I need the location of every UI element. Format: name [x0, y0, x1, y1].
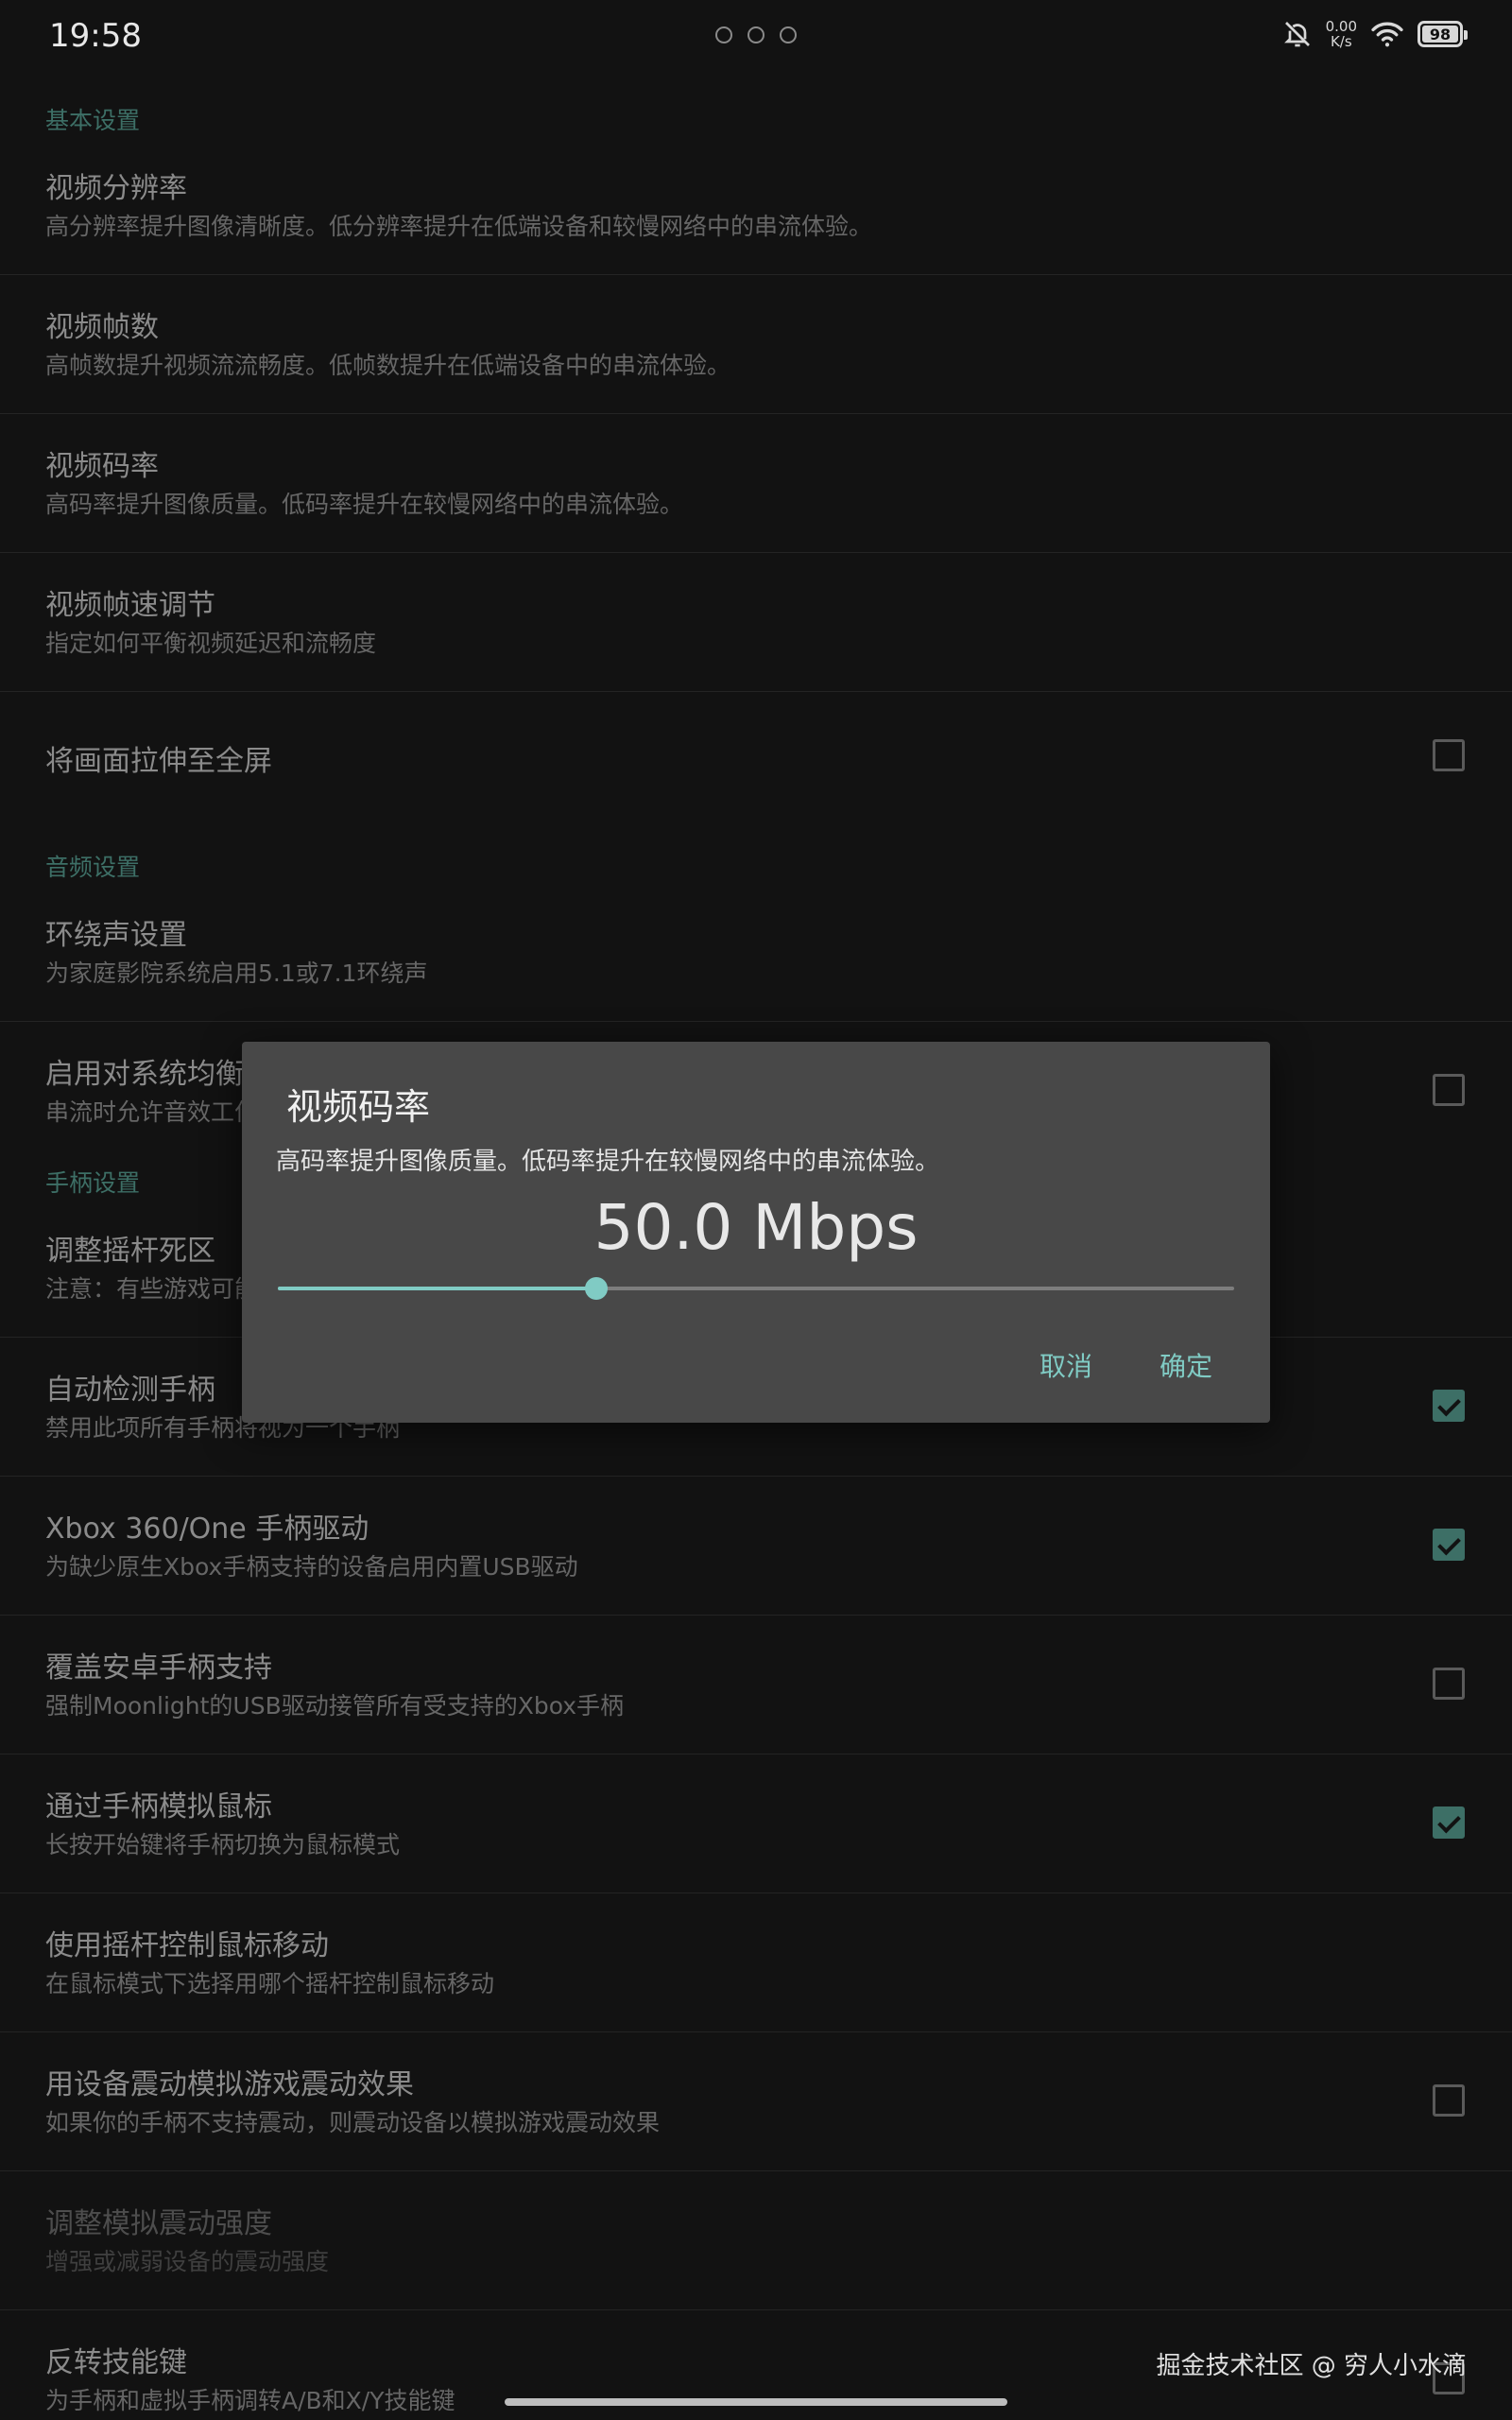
- setting-vibration-strength: 调整模拟震动强度 增强或减弱设备的震动强度: [0, 2171, 1512, 2310]
- setting-frame-pacing[interactable]: 视频帧速调节 指定如何平衡视频延迟和流畅度: [0, 553, 1512, 692]
- slider-thumb[interactable]: [584, 1277, 608, 1300]
- bitrate-dialog: 视频码率 高码率提升图像质量。低码率提升在较慢网络中的串流体验。 50.0 Mb…: [242, 1042, 1270, 1423]
- watermark: 掘金技术社区 @ 穷人小水滴: [1156, 2352, 1467, 2380]
- setting-xbox-driver[interactable]: Xbox 360/One 手柄驱动 为缺少原生Xbox手柄支持的设备启用内置US…: [0, 1477, 1512, 1616]
- window-dots[interactable]: [715, 26, 797, 43]
- network-speed: 0.00 K/s: [1326, 19, 1357, 49]
- mouse-emulation-checkbox[interactable]: [1433, 1806, 1465, 1839]
- status-icons: 0.00 K/s 98: [1282, 19, 1468, 49]
- setting-video-fps[interactable]: 视频帧数 高帧数提升视频流流畅度。低帧数提升在低端设备中的串流体验。: [0, 275, 1512, 414]
- slider-fill: [278, 1287, 596, 1290]
- stretch-checkbox[interactable]: [1433, 739, 1465, 771]
- battery-level: 98: [1429, 25, 1452, 43]
- speed-value: 0.00: [1325, 18, 1357, 35]
- bitrate-slider[interactable]: [278, 1277, 1234, 1300]
- bitrate-value: 50.0 Mbps: [593, 1191, 919, 1264]
- dot-icon: [747, 26, 765, 43]
- section-header-basic: 基本设置: [45, 107, 141, 134]
- speed-unit: K/s: [1330, 33, 1352, 50]
- setting-video-bitrate[interactable]: 视频码率 高码率提升图像质量。低码率提升在较慢网络中的串流体验。: [0, 414, 1512, 553]
- status-time: 19:58: [49, 17, 142, 55]
- cancel-button[interactable]: 取消: [1040, 1346, 1092, 1384]
- dialog-title: 视频码率: [286, 1086, 431, 1128]
- bell-off-icon: [1283, 22, 1310, 47]
- override-gamepad-checkbox[interactable]: [1433, 1668, 1465, 1700]
- battery-icon: 98: [1418, 21, 1468, 47]
- setting-stick-mouse-control[interactable]: 使用摇杆控制鼠标移动 在鼠标模式下选择用哪个摇杆控制鼠标移动: [0, 1893, 1512, 2032]
- wifi-icon: [1371, 22, 1403, 47]
- auto-detect-checkbox[interactable]: [1433, 1390, 1465, 1422]
- vibration-checkbox[interactable]: [1433, 2084, 1465, 2117]
- setting-vibration-emulation[interactable]: 用设备震动模拟游戏震动效果 如果你的手柄不支持震动，则震动设备以模拟游戏震动效果: [0, 2032, 1512, 2171]
- section-header-audio: 音频设置: [45, 854, 141, 881]
- home-indicator[interactable]: [505, 2398, 1007, 2406]
- equalizer-checkbox[interactable]: [1433, 1074, 1465, 1106]
- xbox-driver-checkbox[interactable]: [1433, 1529, 1465, 1561]
- setting-gamepad-mouse-emulation[interactable]: 通过手柄模拟鼠标 长按开始键将手柄切换为鼠标模式: [0, 1754, 1512, 1893]
- screen: 19:58 0.00 K/s 98 基本设置 视频分辨率 高分辨率提升图像清晰度…: [0, 0, 1512, 2420]
- setting-video-resolution[interactable]: 视频分辨率 高分辨率提升图像清晰度。低分辨率提升在低端设备和较慢网络中的串流体验…: [0, 136, 1512, 275]
- setting-override-android-gamepad[interactable]: 覆盖安卓手柄支持 强制Moonlight的USB驱动接管所有受支持的Xbox手柄: [0, 1616, 1512, 1754]
- ok-button[interactable]: 确定: [1160, 1346, 1212, 1384]
- setting-surround-sound[interactable]: 环绕声设置 为家庭影院系统启用5.1或7.1环绕声: [0, 883, 1512, 1022]
- dialog-message: 高码率提升图像质量。低码率提升在较慢网络中的串流体验。: [276, 1148, 940, 1176]
- setting-stretch-fullscreen[interactable]: 将画面拉伸至全屏: [0, 692, 1512, 819]
- dot-icon: [715, 26, 732, 43]
- status-bar: 19:58 0.00 K/s 98: [0, 0, 1512, 76]
- dot-icon: [780, 26, 797, 43]
